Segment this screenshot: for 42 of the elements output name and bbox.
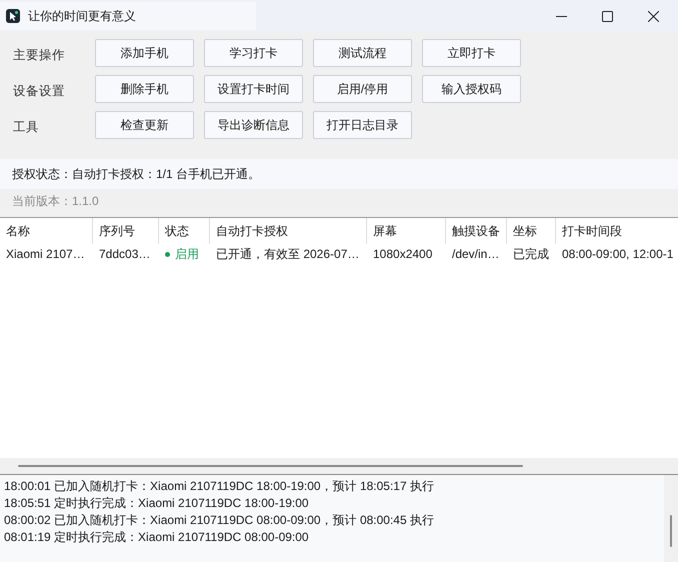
group-label: 主要操作 xyxy=(13,46,66,64)
group-label: 工具 xyxy=(13,118,40,136)
action-button[interactable]: 输入授权码 xyxy=(422,75,521,103)
table-cell-text: 已开通，有效至 2026-07… xyxy=(215,246,360,262)
scrollbar-thumb[interactable] xyxy=(18,465,523,467)
version-text: 当前版本：1.1.0 xyxy=(11,192,100,210)
close-icon xyxy=(648,10,658,22)
action-button[interactable]: 导出诊断信息 xyxy=(204,111,303,139)
action-button[interactable]: 启用/停用 xyxy=(313,75,412,103)
table-cell-text: 7ddc03… xyxy=(98,247,152,261)
action-button[interactable]: 设置打卡时间 xyxy=(204,75,303,103)
action-button[interactable]: 学习打卡 xyxy=(204,39,303,67)
column-header[interactable]: 打卡时间段 xyxy=(556,218,678,244)
table-cell-text: 08:00-09:00, 12:00-1 xyxy=(561,247,674,261)
action-button[interactable]: 删除手机 xyxy=(95,75,194,103)
log-line: 08:00:02 已加入随机打卡：Xiaomi 2107119DC 08:00-09:00，预计 08:00:45 执行 xyxy=(4,512,435,529)
table-cell-text: 已完成 xyxy=(512,246,550,262)
status-text: 启用 xyxy=(175,246,199,262)
scrollbar-thumb[interactable] xyxy=(670,515,672,547)
column-header[interactable]: 序列号 xyxy=(93,218,159,244)
column-header[interactable]: 屏幕 xyxy=(367,218,446,244)
maximize-icon xyxy=(602,10,612,22)
group-label: 设备设置 xyxy=(13,82,66,100)
action-button[interactable]: 添加手机 xyxy=(95,39,194,67)
action-button[interactable]: 打开日志目录 xyxy=(313,111,412,139)
action-button[interactable]: 测试流程 xyxy=(313,39,412,67)
column-header[interactable]: 自动打卡授权 xyxy=(210,218,367,244)
column-header[interactable]: 坐标 xyxy=(507,218,556,244)
table-cell-text: /dev/in… xyxy=(451,247,500,261)
log-line: 18:00:01 已加入随机打卡：Xiaomi 2107119DC 18:00-19:00，预计 18:05:17 执行 xyxy=(4,478,435,495)
auth-status: 授权状态：自动打卡授权：1/1 台手机已开通。 xyxy=(0,159,678,189)
app-icon xyxy=(6,9,20,23)
action-button[interactable]: 检查更新 xyxy=(95,111,194,139)
table-cell-text: 1080x2400 xyxy=(372,247,434,261)
window-title: 让你的时间更有意义 xyxy=(28,8,136,24)
log-line: 08:01:19 定时执行完成：Xiaomi 2107119DC 08:00-09:00 xyxy=(4,529,310,546)
table-cell-text: Xiaomi 2107… xyxy=(5,247,86,261)
log-line: 18:05:51 定时执行完成：Xiaomi 2107119DC 18:00-19:00 xyxy=(4,495,310,512)
column-header[interactable]: 触摸设备 xyxy=(446,218,507,244)
action-button[interactable]: 立即打卡 xyxy=(422,39,521,67)
column-header[interactable]: 名称 xyxy=(0,218,93,244)
column-header[interactable]: 状态 xyxy=(159,218,210,244)
